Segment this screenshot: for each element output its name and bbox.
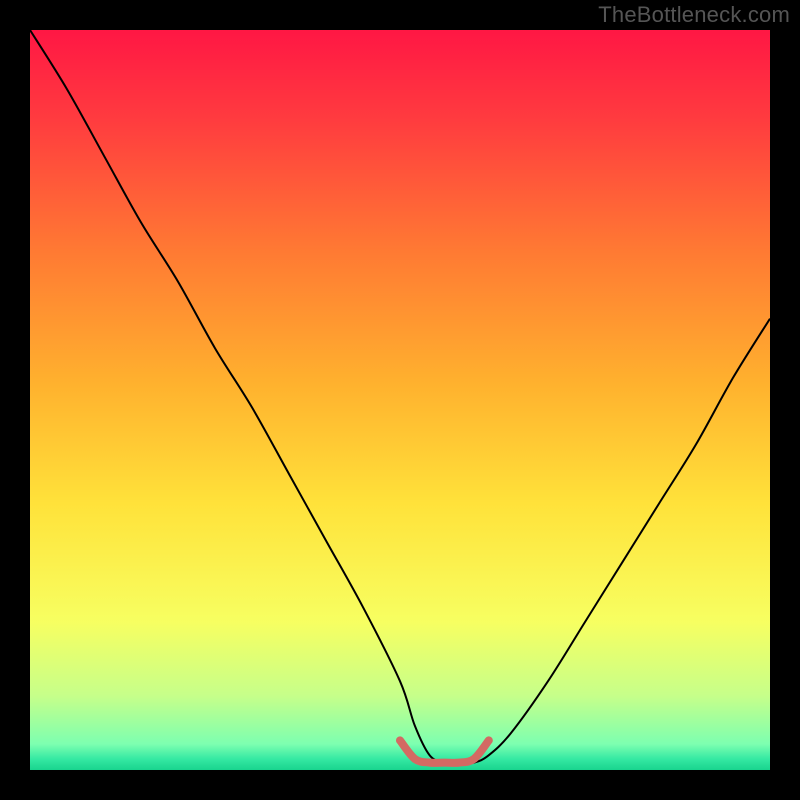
plot-area [30,30,770,770]
attribution-text: TheBottleneck.com [598,2,790,28]
gradient-background [30,30,770,770]
chart-frame: TheBottleneck.com [0,0,800,800]
chart-svg [30,30,770,770]
